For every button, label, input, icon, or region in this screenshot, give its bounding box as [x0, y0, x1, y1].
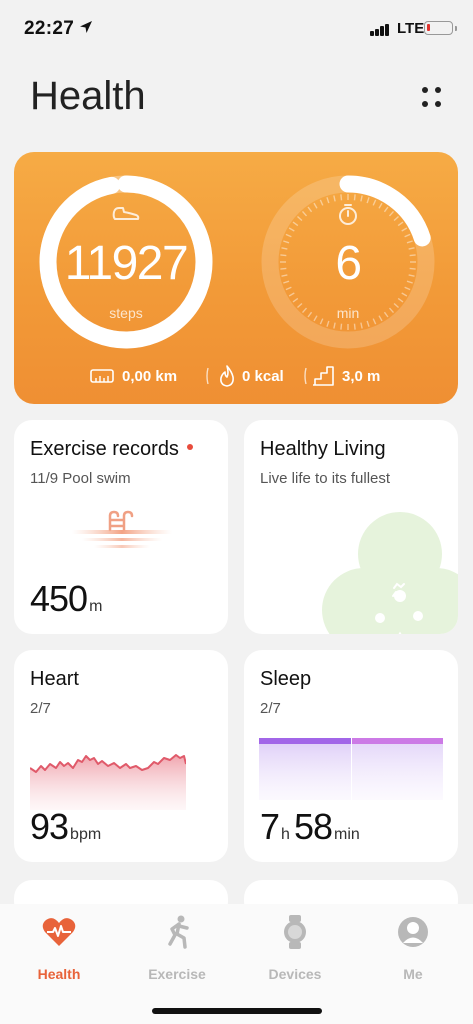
- distance-value: 0,00 km: [122, 368, 178, 385]
- status-bar: 22:27 LTE: [0, 0, 473, 56]
- dial-tick: [340, 194, 343, 201]
- sleep-title: Sleep: [260, 668, 312, 690]
- tab-bar: Health Exercise Devices Me: [0, 904, 473, 1024]
- dial-tick: [292, 221, 299, 227]
- dial-tick: [366, 197, 370, 204]
- tab-exercise[interactable]: Exercise: [118, 914, 236, 984]
- heart-card[interactable]: Heart 2/7 93 bpm: [14, 650, 228, 862]
- stairs-icon: [313, 366, 334, 386]
- heart-date: 2/7: [30, 700, 51, 717]
- sleep-date: 2/7: [260, 700, 281, 717]
- minutes-unit: min: [336, 305, 360, 321]
- exercise-subtitle: 11/9 Pool swim: [30, 470, 131, 487]
- dial-tick: [360, 322, 363, 329]
- clover-icon: [322, 512, 458, 634]
- sleep-minutes-unit: min: [333, 826, 360, 843]
- dial-tick: [397, 221, 404, 227]
- tab-devices-label: Devices: [268, 966, 322, 982]
- tab-devices[interactable]: Devices: [236, 914, 354, 984]
- dial-tick: [301, 210, 308, 217]
- dial-tick: [288, 292, 295, 297]
- divider: [206, 367, 209, 385]
- heart-unit: bpm: [70, 826, 102, 843]
- living-subtitle: Live life to its fullest: [260, 470, 391, 487]
- dial-tick: [326, 320, 330, 327]
- sleep-hours: 7: [260, 806, 280, 847]
- tab-me-label: Me: [403, 966, 423, 982]
- battery-icon: [424, 21, 457, 35]
- dial-tick: [397, 297, 404, 303]
- dial-tick: [360, 195, 363, 202]
- exercise-records-card[interactable]: Exercise records 11/9 Pool swim 450 m: [14, 420, 228, 634]
- running-icon: [168, 915, 189, 949]
- sleep-card[interactable]: Sleep 2/7 7 h 58 min: [244, 650, 458, 862]
- dial-tick: [319, 199, 324, 206]
- dial-tick: [366, 320, 370, 327]
- exercise-title: Exercise records: [30, 438, 179, 460]
- ruler-icon: [90, 369, 114, 383]
- network-type: LTE: [397, 20, 425, 37]
- dial-tick: [333, 322, 336, 329]
- activity-card[interactable]: 11927 steps 6 min 0,00 km 0 kcal 3,0 m: [14, 152, 458, 404]
- pool-icon: [72, 510, 172, 548]
- dial-tick: [296, 215, 303, 222]
- tab-health[interactable]: Health: [0, 914, 118, 984]
- flame-icon: [220, 365, 234, 387]
- status-time: 22:27: [24, 18, 75, 39]
- sleep-chart: [259, 738, 443, 800]
- tab-exercise-label: Exercise: [148, 966, 206, 982]
- dial-tick: [388, 210, 395, 217]
- tab-me[interactable]: Me: [354, 914, 472, 984]
- sleep-minutes: 58: [293, 806, 333, 847]
- minutes-value: 6: [335, 237, 362, 290]
- dial-tick: [383, 206, 389, 213]
- more-icon[interactable]: [418, 84, 446, 112]
- shoe-icon: [112, 207, 140, 220]
- dial-tick: [378, 202, 383, 209]
- healthy-living-card[interactable]: Healthy Living Live life to its fullest: [244, 420, 458, 634]
- exercise-unit: m: [89, 598, 103, 615]
- calories-value: 0 kcal: [242, 368, 284, 385]
- location-arrow-icon: [80, 21, 92, 33]
- dial-tick: [313, 202, 318, 209]
- tab-health-label: Health: [37, 966, 81, 982]
- dial-tick: [372, 199, 377, 206]
- activity-stats: 0,00 km 0 kcal 3,0 m: [14, 364, 458, 388]
- heart-rate-chart: [30, 754, 186, 810]
- dial-tick: [401, 292, 408, 297]
- heart-value: 93: [30, 806, 69, 847]
- heart-title: Heart: [30, 668, 79, 690]
- dial-tick: [353, 194, 356, 201]
- steps-unit: steps: [109, 305, 143, 321]
- dial-tick: [326, 197, 330, 204]
- heart-icon: [42, 918, 76, 946]
- dial-tick: [333, 195, 336, 202]
- dial-tick: [353, 323, 356, 330]
- living-title: Healthy Living: [260, 438, 386, 460]
- home-indicator[interactable]: [152, 1008, 322, 1014]
- dial-tick: [401, 227, 408, 232]
- dial-tick: [288, 227, 295, 232]
- sleep-hours-unit: h: [281, 826, 290, 843]
- steps-value: 11927: [64, 237, 189, 290]
- avatar-icon: [398, 917, 428, 947]
- page-title: Health: [30, 74, 146, 118]
- watch-icon: [284, 915, 306, 949]
- new-indicator: [186, 443, 193, 450]
- divider: [304, 367, 307, 385]
- exercise-value: 450: [30, 578, 88, 619]
- dial-tick: [292, 297, 299, 303]
- floors-value: 3,0 m: [342, 368, 381, 385]
- dial-tick: [393, 215, 400, 222]
- dial-tick: [340, 323, 343, 330]
- dial-tick: [307, 206, 313, 213]
- stopwatch-icon: [339, 204, 357, 225]
